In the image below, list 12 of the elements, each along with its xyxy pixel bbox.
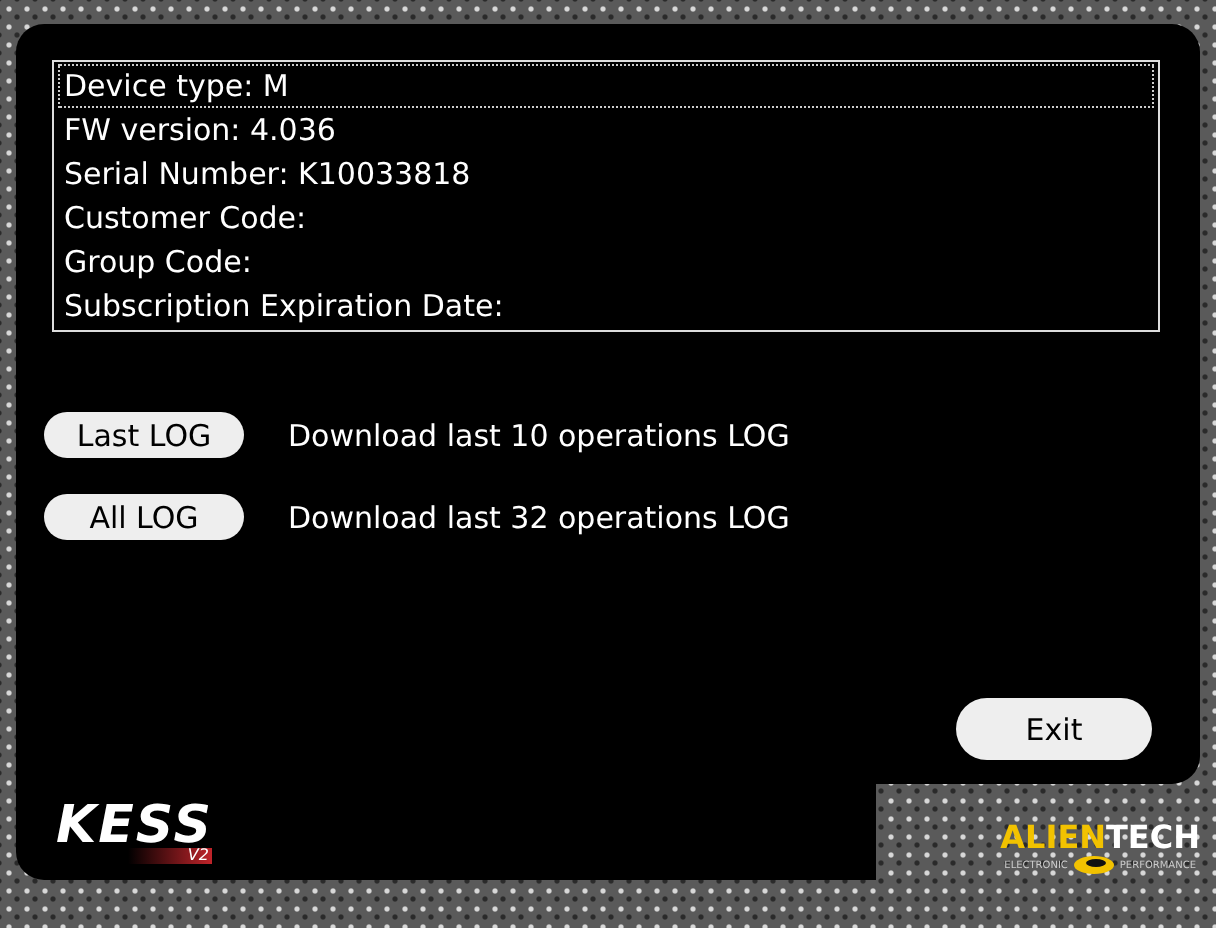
action-description: Download last 32 operations LOG (288, 499, 790, 535)
list-item[interactable]: Customer Code: (58, 196, 1154, 240)
log-button[interactable]: Last LOG (44, 412, 244, 458)
list-item[interactable]: Serial Number: K10033818 (58, 152, 1154, 196)
product-logo: KESSV2 (56, 800, 213, 864)
list-item[interactable]: Device type: M (58, 64, 1154, 108)
list-item[interactable]: FW version: 4.036 (58, 108, 1154, 152)
list-item[interactable]: Group Code: (58, 240, 1154, 284)
list-item[interactable]: Subscription Expiration Date: (58, 284, 1154, 328)
action-description: Download last 10 operations LOG (288, 417, 790, 453)
exit-button[interactable]: Exit (956, 698, 1152, 760)
log-button[interactable]: All LOG (44, 494, 244, 540)
